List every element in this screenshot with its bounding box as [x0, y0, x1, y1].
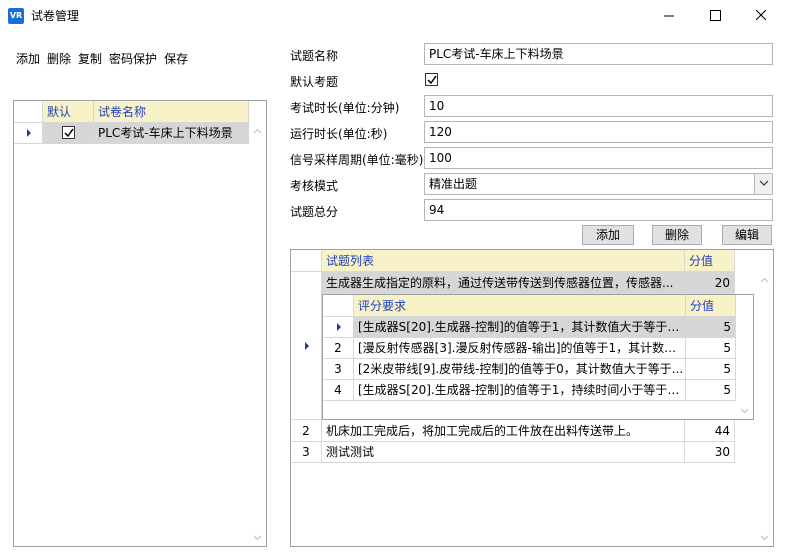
table-row-question-text[interactable]: 生成器生成指定的原料，通过传送带传送到传感器位置，传感器... — [322, 272, 685, 294]
default-question-label: 默认考题 — [290, 75, 339, 89]
scroll-up-icon[interactable] — [760, 276, 769, 285]
dropdown-button[interactable] — [754, 174, 772, 194]
vertical-scrollbar[interactable] — [249, 123, 266, 546]
minimize-icon — [663, 15, 674, 17]
row-number[interactable]: 3 — [291, 442, 322, 463]
copy-paper-button[interactable]: 复制 — [78, 50, 102, 67]
table-row-default-cell[interactable] — [43, 123, 94, 144]
sample-period-input[interactable]: 100 — [424, 147, 773, 169]
default-question-checkbox[interactable] — [425, 73, 438, 86]
app-icon: VR — [8, 8, 24, 24]
table-row-question-text[interactable]: 机床加工完成后，将加工完成后的工件放在出料传送带上。 — [322, 420, 685, 442]
question-name-input[interactable]: PLC考试-车床上下料场景 — [424, 43, 773, 65]
table-row-question-score[interactable]: 30 — [685, 442, 735, 463]
run-duration-label: 运行时长(单位:秒) — [290, 127, 388, 141]
minimize-button[interactable] — [646, 0, 692, 31]
toolbar: 添加 删除 复制 密码保护 保存 — [16, 50, 195, 67]
current-row-indicator-icon — [337, 323, 341, 331]
column-header-question-list[interactable]: 试题列表 — [322, 250, 685, 272]
table-row-criteria-text[interactable]: [生成器S[20].生成器-控制]的值等于1，其计数值大于等于1... — [354, 317, 686, 338]
assessment-mode-label: 考核模式 — [290, 179, 339, 193]
column-header-criteria-score[interactable]: 分值 — [686, 295, 736, 317]
save-button[interactable]: 保存 — [164, 50, 188, 67]
add-question-button[interactable]: 添加 — [582, 225, 634, 245]
column-header-score[interactable]: 分值 — [685, 250, 735, 272]
total-score-label: 试题总分 — [290, 205, 339, 219]
window-title: 试卷管理 — [31, 9, 80, 23]
table-row-paper-name[interactable]: PLC考试-车床上下料场景 — [94, 123, 249, 144]
grid-corner — [323, 295, 354, 317]
row-header[interactable] — [291, 272, 322, 420]
exam-duration-label: 考试时长(单位:分钟) — [290, 101, 400, 115]
table-row-question-score[interactable]: 44 — [685, 420, 735, 442]
row-number[interactable]: 4 — [323, 380, 354, 401]
total-score-input[interactable]: 94 — [424, 199, 773, 221]
title-bar: VR 试卷管理 — [0, 0, 786, 31]
table-row-criteria-text[interactable]: [生成器S[20].生成器-控制]的值等于1，持续时间小于等于1... — [354, 380, 686, 401]
criteria-grid[interactable]: 评分要求 分值 [生成器S[20].生成器-控制]的值等于1，其计数值大于等于1… — [322, 294, 754, 420]
scroll-down-icon[interactable] — [740, 406, 749, 415]
scroll-up-icon[interactable] — [253, 127, 262, 136]
exam-duration-input[interactable]: 10 — [424, 95, 773, 117]
checkmark-icon — [64, 128, 74, 138]
table-row-criteria-score[interactable]: 5 — [686, 359, 736, 380]
question-name-label: 试题名称 — [290, 49, 339, 63]
vertical-scrollbar[interactable] — [756, 272, 773, 546]
question-list-grid[interactable]: 试题列表 分值 生成器生成指定的原料，通过传送带传送到传感器位置，传感器... … — [290, 249, 774, 547]
maximize-icon — [709, 10, 721, 21]
default-checkbox[interactable] — [62, 126, 75, 139]
assessment-mode-select[interactable]: 精准出题 — [424, 173, 773, 195]
checkmark-icon — [427, 75, 437, 85]
row-number[interactable]: 2 — [291, 420, 322, 442]
chevron-down-icon — [759, 180, 769, 186]
table-row-criteria-score[interactable]: 5 — [686, 338, 736, 359]
password-protect-button[interactable]: 密码保护 — [109, 50, 157, 67]
scroll-down-icon[interactable] — [760, 533, 769, 542]
table-row-question-text[interactable]: 测试测试 — [322, 442, 685, 463]
edit-question-button[interactable]: 编辑 — [722, 225, 772, 245]
criteria-vertical-scrollbar[interactable] — [736, 317, 753, 419]
maximize-button[interactable] — [692, 0, 738, 31]
row-header[interactable] — [14, 123, 43, 144]
table-row-question-score[interactable]: 20 — [685, 272, 735, 294]
add-paper-button[interactable]: 添加 — [16, 50, 40, 67]
table-row-criteria-text[interactable]: [漫反射传感器[3].漫反射传感器-输出]的值等于1，其计数值... — [354, 338, 686, 359]
table-row-criteria-text[interactable]: [2米皮带线[9].皮带线-控制]的值等于0，其计数值大于等于... — [354, 359, 686, 380]
delete-question-button[interactable]: 删除 — [652, 225, 702, 245]
close-button[interactable] — [738, 0, 784, 31]
paper-list-grid[interactable]: 默认 试卷名称 PLC考试-车床上下料场景 — [13, 100, 267, 547]
column-header-criteria[interactable]: 评分要求 — [354, 295, 686, 317]
current-row-indicator-icon — [27, 129, 31, 137]
row-number[interactable]: 2 — [323, 338, 354, 359]
assessment-mode-value: 精准出题 — [429, 177, 478, 191]
grid-corner — [291, 250, 322, 272]
grid-corner — [14, 101, 43, 123]
column-header-default[interactable]: 默认 — [43, 101, 94, 123]
row-number[interactable]: 3 — [323, 359, 354, 380]
scroll-down-icon[interactable] — [253, 533, 262, 542]
column-header-paper-name[interactable]: 试卷名称 — [94, 101, 249, 123]
row-header[interactable] — [323, 317, 354, 338]
delete-paper-button[interactable]: 删除 — [47, 50, 71, 67]
sample-period-label: 信号采样周期(单位:毫秒) — [290, 153, 424, 167]
close-icon — [755, 10, 766, 21]
table-row-criteria-score[interactable]: 5 — [686, 380, 736, 401]
run-duration-input[interactable]: 120 — [424, 121, 773, 143]
current-row-indicator-icon — [305, 342, 309, 350]
table-row-criteria-score[interactable]: 5 — [686, 317, 736, 338]
